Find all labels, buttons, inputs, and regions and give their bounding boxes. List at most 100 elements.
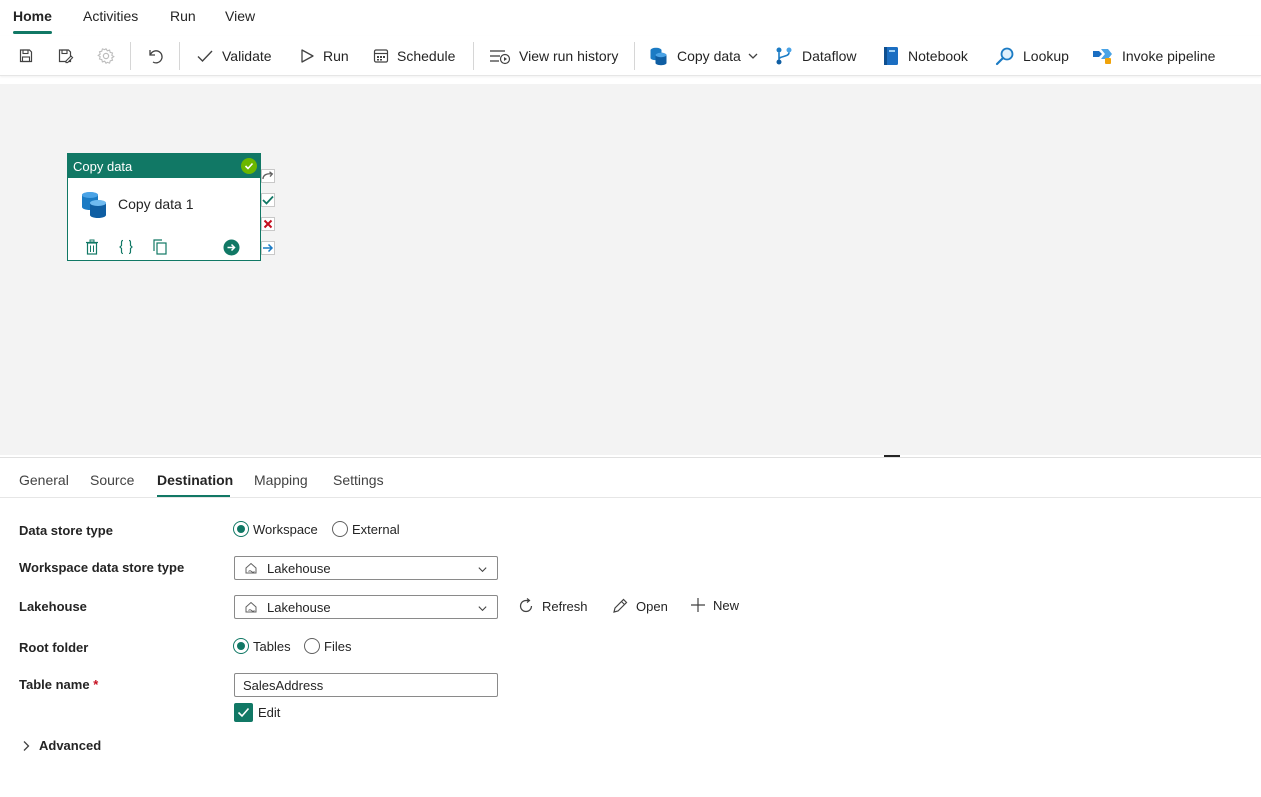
edit-checkbox-label: Edit — [258, 705, 281, 720]
on-success-handle[interactable] — [261, 193, 275, 207]
schedule-label: Schedule — [397, 48, 456, 64]
tab-source[interactable]: Source — [90, 472, 134, 488]
active-menu-underline — [13, 31, 52, 34]
code-braces-icon — [119, 239, 133, 255]
required-marker: * — [93, 677, 99, 692]
refresh-icon — [519, 598, 533, 613]
arrow-right-circle-icon — [223, 239, 239, 255]
panel-splitter[interactable] — [0, 457, 1261, 458]
close-icon — [263, 219, 273, 229]
undo-button[interactable] — [143, 44, 167, 68]
run-button[interactable]: Run — [299, 36, 349, 76]
notebook-icon — [884, 47, 898, 65]
undo-icon — [149, 50, 163, 64]
chevron-down-icon — [478, 606, 487, 612]
radio-external[interactable]: External — [332, 521, 400, 537]
lakehouse-label: Lakehouse — [19, 599, 87, 614]
refresh-button[interactable]: Refresh — [517, 597, 588, 615]
new-button[interactable]: New — [690, 597, 739, 613]
advanced-label: Advanced — [39, 738, 102, 753]
view-run-history-button[interactable]: View run history — [489, 36, 618, 76]
gear-icon — [97, 48, 115, 64]
splitter-handle[interactable] — [884, 455, 900, 457]
radio-indicator — [304, 638, 320, 654]
view-run-history-label: View run history — [519, 48, 619, 64]
data-store-type-label: Data store type — [19, 523, 113, 538]
radio-indicator — [233, 638, 249, 654]
clone-activity-button[interactable] — [151, 238, 169, 256]
toolbar: Validate Run Schedule View run history C… — [0, 36, 1261, 76]
lakehouse-icon — [245, 601, 257, 613]
advanced-expander[interactable]: Advanced — [22, 738, 101, 753]
table-name-input[interactable] — [234, 673, 498, 697]
play-icon — [301, 49, 314, 63]
notebook-label: Notebook — [908, 48, 968, 64]
menu-tab-activities[interactable]: Activities — [83, 8, 138, 24]
trash-icon — [86, 239, 98, 255]
copy-data-label: Copy data — [677, 48, 741, 64]
checkmark-icon — [262, 195, 274, 205]
save-button[interactable] — [14, 44, 38, 68]
plus-icon — [691, 598, 705, 612]
checkmark-icon — [237, 707, 250, 718]
radio-external-label: External — [352, 521, 400, 537]
table-name-label-text: Table name — [19, 677, 90, 692]
menu-tab-view[interactable]: View — [225, 8, 255, 24]
open-button[interactable]: Open — [611, 597, 668, 615]
success-status-icon — [241, 158, 257, 174]
tab-general[interactable]: General — [19, 472, 69, 488]
on-fail-handle[interactable] — [261, 217, 275, 231]
tab-mapping[interactable]: Mapping — [254, 472, 308, 488]
activity-name: Copy data 1 — [118, 196, 194, 212]
pipeline-canvas[interactable] — [0, 84, 1261, 455]
workspace-data-store-type-select[interactable]: Lakehouse — [234, 556, 498, 580]
radio-workspace-label: Workspace — [253, 521, 318, 537]
dataflow-icon — [776, 47, 792, 65]
radio-tables[interactable]: Tables — [233, 638, 291, 654]
notebook-button[interactable]: Notebook — [882, 36, 968, 76]
lakehouse-select[interactable]: Lakehouse — [234, 595, 498, 619]
copy-data-icon — [650, 47, 667, 66]
lookup-button[interactable]: Lookup — [995, 36, 1069, 76]
radio-indicator — [233, 521, 249, 537]
on-completion-handle[interactable] — [261, 241, 275, 255]
tab-destination[interactable]: Destination — [157, 472, 233, 488]
save-as-button[interactable] — [54, 44, 78, 68]
dataflow-label: Dataflow — [802, 48, 857, 64]
activity-type-label: Copy data — [73, 158, 133, 174]
radio-workspace[interactable]: Workspace — [233, 521, 318, 537]
tabs-divider — [0, 497, 1261, 498]
new-label: New — [713, 597, 740, 613]
lakehouse-value: Lakehouse — [267, 599, 331, 615]
dataflow-button[interactable]: Dataflow — [774, 36, 856, 76]
run-label: Run — [323, 48, 349, 64]
settings-button[interactable] — [94, 44, 118, 68]
view-code-button[interactable] — [117, 238, 135, 256]
schedule-button[interactable]: Schedule — [373, 36, 455, 76]
tab-settings[interactable]: Settings — [333, 472, 384, 488]
radio-files[interactable]: Files — [304, 638, 351, 654]
pencil-icon — [613, 598, 628, 613]
on-skip-handle[interactable] — [261, 169, 275, 183]
checkmark-icon — [197, 50, 213, 63]
edit-checkbox[interactable]: Edit — [234, 703, 280, 722]
run-history-icon — [490, 50, 511, 65]
invoke-pipeline-label: Invoke pipeline — [1122, 48, 1216, 64]
menu-tab-home[interactable]: Home — [13, 8, 52, 24]
workspace-data-store-type-label: Workspace data store type — [19, 560, 185, 575]
delete-activity-button[interactable] — [83, 238, 101, 256]
open-label: Open — [636, 598, 668, 614]
skip-arrow-icon — [262, 171, 274, 180]
copy-data-activity-node[interactable]: Copy data Copy data 1 — [67, 153, 261, 261]
toolbar-separator — [473, 42, 474, 70]
validate-button[interactable]: Validate — [196, 36, 272, 76]
workspace-data-store-type-value: Lakehouse — [267, 560, 331, 576]
chevron-down-icon — [748, 53, 758, 59]
copy-data-dropdown-button[interactable]: Copy data — [649, 36, 759, 76]
invoke-pipeline-button[interactable]: Invoke pipeline — [1092, 36, 1215, 76]
validate-label: Validate — [222, 48, 272, 64]
add-output-button[interactable] — [222, 238, 240, 256]
menu-tab-run[interactable]: Run — [170, 8, 196, 24]
copy-data-icon — [82, 192, 106, 218]
magnifier-icon — [995, 47, 1014, 66]
